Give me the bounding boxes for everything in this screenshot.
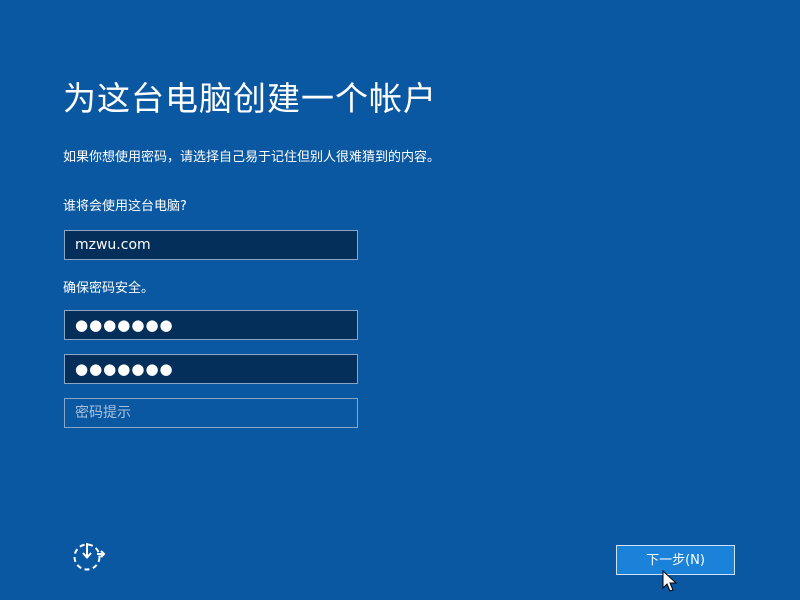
ease-of-access-icon[interactable] <box>70 540 106 572</box>
password-section-label: 确保密码安全。 <box>63 281 155 296</box>
password-hint-field[interactable] <box>64 398 358 428</box>
page-title: 为这台电脑创建一个帐户 <box>63 79 437 118</box>
username-label: 谁将会使用这台电脑? <box>63 199 187 214</box>
mouse-cursor-icon <box>662 569 678 594</box>
page-subtitle: 如果你想使用密码，请选择自己易于记住但别人很难猜到的内容。 <box>63 150 441 165</box>
confirm-password-field[interactable] <box>64 354 358 384</box>
password-field[interactable] <box>64 310 358 340</box>
username-field[interactable] <box>64 230 358 260</box>
